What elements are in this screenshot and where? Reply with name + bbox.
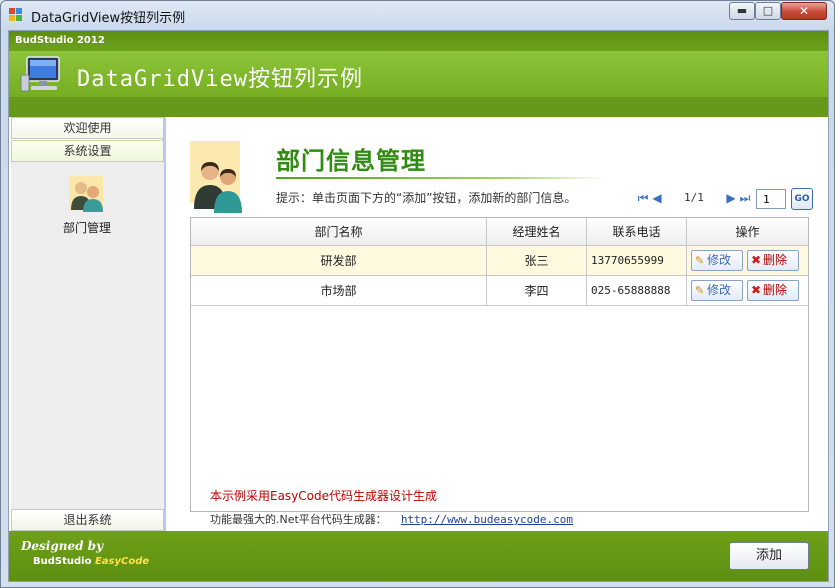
delete-button[interactable]: ✖ 删除 (747, 280, 799, 301)
pencil-icon: ✎ (695, 284, 705, 297)
promo-subtext-label: 功能最强大的.Net平台代码生成器： (210, 513, 387, 526)
monitor-icon (20, 56, 60, 92)
page-number-input[interactable] (756, 189, 786, 209)
close-button[interactable]: ✕ (781, 2, 827, 20)
sidebar-item-department-label: 部门管理 (62, 221, 111, 235)
sidebar-item-welcome[interactable]: 欢迎使用 (11, 117, 164, 139)
header-banner: DataGridView按钮列示例 (9, 51, 828, 97)
delete-button[interactable]: ✖ 删除 (747, 250, 799, 271)
sidebar: 欢迎使用 系统设置 部门管理 退出系统 (9, 117, 166, 531)
app-header: BudStudio 2012 DataGridView按钮列示例 (9, 31, 828, 117)
edit-label: 修改 (707, 253, 732, 267)
delete-label: 删除 (763, 283, 788, 297)
maximize-button[interactable]: □ (755, 2, 781, 20)
cell-phone: 13770655999 (587, 246, 687, 275)
delete-label: 删除 (763, 253, 788, 267)
edit-button[interactable]: ✎ 修改 (691, 280, 743, 301)
sidebar-item-exit[interactable]: 退出系统 (11, 509, 164, 531)
department-icon (190, 141, 242, 213)
website-link[interactable]: http://www.budeasycode.com (401, 513, 573, 526)
first-page-icon[interactable]: ⏮ (636, 191, 650, 205)
app-window: DataGridView按钮列示例 ▬ □ ✕ BudStudio 2012 D… (0, 0, 835, 588)
go-button[interactable]: GO (791, 188, 813, 210)
promo-subtext: 功能最强大的.Net平台代码生成器： http://www.budeasycode… (210, 511, 573, 527)
column-header-name[interactable]: 部门名称 (191, 218, 487, 245)
studio-name: BudStudio (33, 556, 92, 567)
column-header-actions[interactable]: 操作 (687, 218, 808, 245)
column-header-phone[interactable]: 联系电话 (587, 218, 687, 245)
cell-actions: ✎ 修改 ✖ 删除 (687, 276, 808, 305)
product-name: EasyCode (94, 556, 150, 567)
pencil-icon: ✎ (695, 254, 705, 267)
header-bottom-bar (9, 97, 828, 117)
designed-by-label: Designed by (21, 539, 104, 553)
content-card: 部门信息管理 提示：单击页面下方的“添加”按钮，添加新的部门信息。 ⏮ ◀ 1/… (190, 141, 813, 526)
minimize-button[interactable]: ▬ (729, 2, 755, 20)
header-title: DataGridView按钮列示例 (77, 67, 363, 92)
table-row[interactable]: 研发部 张三 13770655999 ✎ 修改 ✖ 删除 (191, 246, 808, 276)
cell-manager: 李四 (487, 276, 587, 305)
designer-name: BudStudio EasyCode (33, 556, 149, 567)
cell-department-name: 市场部 (191, 276, 487, 305)
brand-label: BudStudio 2012 (15, 35, 105, 46)
title-divider (276, 177, 606, 179)
prev-page-icon[interactable]: ◀ (650, 191, 664, 205)
main-content: 部门信息管理 提示：单击页面下方的“添加”按钮，添加新的部门信息。 ⏮ ◀ 1/… (170, 117, 828, 531)
cell-actions: ✎ 修改 ✖ 删除 (687, 246, 808, 275)
app-icon (9, 8, 23, 22)
next-page-icon[interactable]: ▶ (724, 191, 738, 205)
grid-header: 部门名称 经理姓名 联系电话 操作 (191, 218, 808, 246)
cell-department-name: 研发部 (191, 246, 487, 275)
add-button[interactable]: 添加 (729, 542, 809, 570)
header-strip: BudStudio 2012 (9, 31, 828, 51)
sidebar-item-department[interactable]: 部门管理 (49, 176, 125, 236)
page-title: 部门信息管理 (276, 147, 426, 175)
column-header-manager[interactable]: 经理姓名 (487, 218, 587, 245)
edit-button[interactable]: ✎ 修改 (691, 250, 743, 271)
promo-text: 本示例采用EasyCode代码生成器设计生成 (210, 489, 438, 503)
last-page-icon[interactable]: ⏭ (738, 191, 752, 205)
sidebar-panel: 部门管理 (11, 162, 164, 509)
title-bar[interactable]: DataGridView按钮列示例 ▬ □ ✕ (1, 1, 834, 30)
client-area: BudStudio 2012 DataGridView按钮列示例 欢迎使用 系统… (8, 30, 829, 582)
app-footer: Designed by BudStudio EasyCode 添加 (9, 531, 828, 581)
delete-icon: ✖ (751, 253, 762, 267)
cell-manager: 张三 (487, 246, 587, 275)
people-icon (69, 176, 103, 212)
hint-text: 提示：单击页面下方的“添加”按钮，添加新的部门信息。 (276, 191, 577, 205)
cell-phone: 025-65888888 (587, 276, 687, 305)
department-grid: 部门名称 经理姓名 联系电话 操作 研发部 张三 13770655999 ✎ 修改… (190, 217, 809, 512)
edit-label: 修改 (707, 283, 732, 297)
table-row[interactable]: 市场部 李四 025-65888888 ✎ 修改 ✖ 删除 (191, 276, 808, 306)
delete-icon: ✖ (751, 283, 762, 297)
sidebar-item-settings[interactable]: 系统设置 (11, 140, 164, 162)
page-info: 1/1 (684, 191, 704, 204)
window-title: DataGridView按钮列示例 (31, 11, 186, 26)
